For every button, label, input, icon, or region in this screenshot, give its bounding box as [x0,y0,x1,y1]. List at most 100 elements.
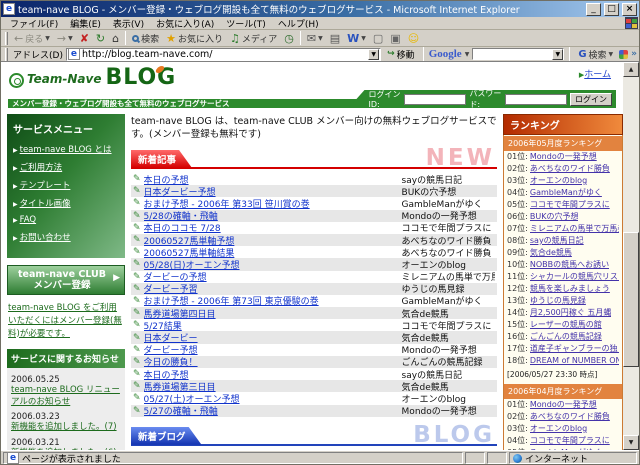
google-search-dropdown-icon[interactable]: ▼ [552,49,563,60]
article-title-link[interactable]: 05/27(土)オーエン予想 [144,392,402,405]
announcement-link[interactable]: team-nave BLOG リニューアルのお知らせ [11,385,121,408]
menu-item[interactable]: ヘルプ(H) [272,17,325,30]
article-title-link[interactable]: 05/28(日)オーエン予想 [144,258,402,271]
article-title-link[interactable]: 馬券道場第三日目 [144,380,402,393]
article-title-link[interactable]: おまけ予想 - 2006年 第33回 笹川賞の巻 [144,197,402,210]
ranking-blog-link[interactable]: GambleManがゆく [530,187,602,199]
announcement-link[interactable]: 新機能を追加しました。(7) [11,422,121,433]
refresh-button[interactable]: ↻ [93,32,108,45]
google-search-input[interactable] [473,49,552,59]
article-title-link[interactable]: 日本ダービー予想 [144,185,402,198]
search-button[interactable]: 検索 [129,31,162,46]
menu-item[interactable]: 表示(V) [107,17,150,30]
article-title-link[interactable]: ダービー予想 [144,343,402,356]
article-title-link[interactable]: 本日のココモ 7/28 [144,221,402,234]
vertical-scrollbar[interactable]: ▲ ▼ [623,62,639,450]
research-button[interactable]: ▣ [387,32,403,45]
article-title-link[interactable]: 5/27結果 [144,319,402,332]
address-dropdown-icon[interactable]: ▼ [368,49,379,60]
service-menu-link[interactable]: ▶ team-nave BLOG とは [13,143,119,155]
forward-dropdown-icon[interactable]: ▼ [68,35,73,42]
ranking-blog-link[interactable]: オーエンのblog [530,423,587,435]
article-title-link[interactable]: ダービー予習 [144,282,402,295]
menu-item[interactable]: ファイル(F) [4,17,64,30]
ranking-blog-link[interactable]: DREAM of NUMBER ONE [530,355,619,367]
ranking-blog-link[interactable]: シャカールの競馬穴リスト [530,271,619,283]
edit-dropdown-icon[interactable]: ▼ [361,35,366,42]
close-button[interactable]: × [622,3,637,16]
mail-dropdown-icon[interactable]: ▼ [318,35,323,42]
article-title-link[interactable]: おまけ予想 - 2006年 第73回 東京優駿の巻 [144,294,402,307]
ranking-blog-link[interactable]: GambleManがゆく [530,447,602,450]
menu-item[interactable]: お気に入り(A) [150,17,220,30]
login-button[interactable]: ログイン [570,93,612,106]
ranking-blog-link[interactable]: sayの競馬日記 [530,235,584,247]
password-input[interactable] [505,94,567,105]
announcement-link[interactable]: 新機能を追加しました。(6) [11,448,121,450]
ranking-blog-link[interactable]: 月2,500円稼ぐ 五月蝿 [530,307,611,319]
print-button[interactable]: ▤ [327,32,343,45]
article-title-link[interactable]: 今日の勝負！ [144,355,402,368]
favorites-button[interactable]: ★お気に入り [163,31,226,46]
home-link[interactable]: ホーム [584,70,611,80]
ranking-blog-link[interactable]: ミレニアムの馬単で万馬券を [530,223,619,235]
restore-button[interactable]: □ [604,3,619,16]
login-id-input[interactable] [404,94,466,105]
mail-button[interactable]: ✉▼ [304,32,326,45]
service-menu-link[interactable]: ▶ ご利用方法 [13,161,119,173]
ranking-blog-link[interactable]: ごんごんの競馬記録 [530,331,602,343]
service-menu-link[interactable]: ▶ FAQ [13,215,119,225]
ranking-blog-link[interactable]: 道産子ギャンブラーの独り言 [530,343,619,355]
ranking-blog-link[interactable]: 競馬を楽しみましょう [530,283,610,295]
ranking-blog-link[interactable]: BUKの穴予想 [530,211,579,223]
ranking-blog-link[interactable]: Mondoの一発予想 [530,151,597,163]
address-input[interactable] [82,49,366,60]
ranking-blog-link[interactable]: NOBBの競馬へお誘い [530,259,609,271]
history-button[interactable]: ◷ [281,32,297,45]
ranking-blog-link[interactable]: Mondoの一発予想 [530,399,597,411]
service-menu-link[interactable]: ▶ お問い合わせ [13,231,119,243]
article-title-link[interactable]: 5/27の確軸・飛軸 [144,404,402,417]
article-title-link[interactable]: 本日の予想 [144,173,402,186]
media-button[interactable]: ♫メディア [227,31,280,46]
ranking-blog-link[interactable]: ゆうじの馬見録 [530,295,586,307]
ranking-blog-link[interactable]: レーザーの競馬の館 [530,319,602,331]
google-search-button[interactable]: G検索▼ [575,47,616,62]
ranking-blog-link[interactable]: オーエンのblog [530,175,587,187]
ranking-blog-link[interactable]: 気合de競馬 [530,247,572,259]
google-dropdown-icon[interactable]: ▼ [465,51,470,58]
article-title-link[interactable]: 5/28の確軸・飛軸 [144,209,402,222]
article-title-link[interactable]: 馬券道場第四日目 [144,307,402,320]
article-title-link[interactable]: 20060527馬単軸予想 [144,234,402,247]
toolbar-overflow-chevron[interactable]: » [631,49,637,59]
discuss-button[interactable]: ▢ [370,32,386,45]
article-title-link[interactable]: 本日の予想 [144,368,402,381]
back-dropdown-icon[interactable]: ▼ [45,35,50,42]
go-button[interactable]: ↪移動 [384,48,418,61]
article-title-link[interactable]: 日本ダービー [144,331,402,344]
menu-item[interactable]: ツール(T) [220,17,272,30]
addressbar-grip[interactable] [5,48,8,61]
ranking-blog-link[interactable]: ココモで年間プラスに [530,435,610,447]
stop-button[interactable]: ✘ [77,32,92,45]
back-button[interactable]: ←戻る▼ [11,31,53,46]
toolbar-grip[interactable] [5,32,8,45]
menu-item[interactable]: 編集(E) [64,17,107,30]
edit-in-word-button[interactable]: W▼ [344,32,369,45]
scrollbar-thumb[interactable] [623,232,639,367]
scroll-up-icon[interactable]: ▲ [623,62,639,77]
ranking-blog-link[interactable]: あべちなのワイド勝負 [530,163,610,175]
messenger-button[interactable]: ☺ [405,32,422,45]
ranking-blog-link[interactable]: ココモで年間プラスに [530,199,610,211]
article-title-link[interactable]: 20060527馬単軸結果 [144,246,402,259]
service-menu-link[interactable]: ▶ タイトル画像 [13,197,119,209]
member-register-button[interactable]: team-nave CLUB メンバー登録 ▶ [7,265,125,295]
google-pagerank-icon[interactable] [619,50,628,59]
minimize-button[interactable]: _ [586,3,601,16]
forward-button[interactable]: →▼ [54,32,76,45]
ranking-blog-link[interactable]: あべちなのワイド勝負 [530,411,610,423]
google-search-options-icon[interactable]: ▼ [609,51,614,58]
home-button[interactable]: ⌂ [109,32,122,45]
scroll-down-icon[interactable]: ▼ [623,435,639,450]
article-title-link[interactable]: ダービーの予想 [144,270,402,283]
